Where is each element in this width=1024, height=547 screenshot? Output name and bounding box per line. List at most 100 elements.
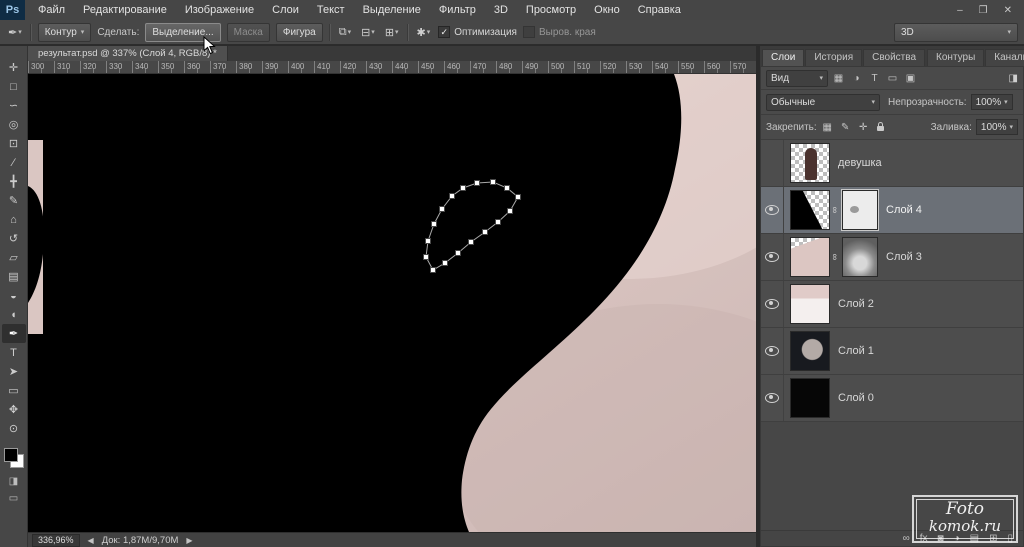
path-anchor-point[interactable] (449, 193, 455, 199)
menu-item-6[interactable]: Фильтр (430, 0, 485, 20)
layer-row[interactable]: Слой 0 (761, 375, 1023, 422)
layer-visibility-toggle[interactable] (761, 187, 784, 233)
hand-tool[interactable]: ✥ (2, 400, 26, 419)
healing-brush-tool[interactable]: ╋ (2, 172, 26, 191)
dodge-tool[interactable]: ◖ (2, 305, 26, 324)
path-alignment-button[interactable]: ⊟ ▾ (359, 26, 377, 39)
menu-item-10[interactable]: Справка (629, 0, 690, 20)
filter-pixel-layers-icon[interactable]: ▦ (832, 73, 845, 84)
path-selection-tool[interactable]: ➤ (2, 362, 26, 381)
status-scroll-left-icon[interactable]: ◀ (88, 536, 94, 545)
path-anchor-point[interactable] (425, 238, 431, 244)
menu-item-1[interactable]: Редактирование (74, 0, 176, 20)
layer-row[interactable]: Слой 2 (761, 281, 1023, 328)
fill-field[interactable]: 100% ▾ (975, 119, 1018, 135)
menu-item-0[interactable]: Файл (29, 0, 74, 20)
layer-mask-thumbnail[interactable] (841, 189, 879, 231)
layer-visibility-toggle[interactable] (761, 140, 784, 186)
screen-mode-button[interactable]: ▭ (9, 493, 18, 504)
path-operations-button[interactable]: ⧉ ▾ (337, 26, 353, 39)
layer-thumbnail[interactable] (790, 284, 830, 324)
move-tool[interactable]: ✛ (2, 58, 26, 77)
path-anchor-point[interactable] (474, 180, 480, 186)
path-arrange-button[interactable]: ⊞ ▾ (383, 26, 401, 39)
path-anchor-point[interactable] (460, 185, 466, 191)
link-layers-icon[interactable]: ∞ (903, 533, 910, 544)
path-anchor-point[interactable] (490, 179, 496, 185)
menu-item-4[interactable]: Текст (308, 0, 354, 20)
opacity-field[interactable]: 100% ▾ (970, 94, 1013, 110)
menu-item-9[interactable]: Окно (585, 0, 629, 20)
layer-row[interactable]: девушка (761, 140, 1023, 187)
path-anchor-point[interactable] (495, 219, 501, 225)
quick-selection-tool[interactable]: ◎ (2, 115, 26, 134)
panel-tab-2[interactable]: Свойства (863, 49, 926, 66)
lock-pixels-icon[interactable]: ✎ (839, 122, 852, 133)
workspace-switcher[interactable]: 3D ▾ (894, 22, 1018, 42)
layer-visibility-toggle[interactable] (761, 234, 784, 280)
menu-item-5[interactable]: Выделение (354, 0, 430, 20)
panel-tab-secondary-0[interactable]: Контуры (927, 49, 985, 66)
path-anchor-point[interactable] (515, 194, 521, 200)
path-anchor-point[interactable] (507, 208, 513, 214)
filter-adjustment-layers-icon[interactable]: ◑ (850, 73, 863, 84)
path-anchor-point[interactable] (504, 185, 510, 191)
rectangular-marquee-tool[interactable]: □ (2, 77, 26, 96)
lock-transparency-icon[interactable]: ▦ (821, 122, 834, 133)
path-anchor-point[interactable] (468, 239, 474, 245)
align-edges-checkbox-group[interactable]: Выров. края (522, 26, 596, 38)
tool-mode-select[interactable]: Контур ▾ (37, 22, 92, 42)
layer-visibility-toggle[interactable] (761, 375, 784, 421)
layer-thumbnail[interactable] (790, 331, 830, 371)
type-tool[interactable]: T (2, 343, 26, 362)
lock-all-icon[interactable] (875, 121, 887, 134)
panel-tab-secondary-1[interactable]: Каналы (985, 49, 1024, 66)
close-button[interactable]: ✕ (1004, 5, 1012, 16)
tool-preset-picker[interactable]: ✒ ▾ (6, 26, 24, 39)
gradient-tool[interactable]: ▤ (2, 267, 26, 286)
layer-filter-toggle[interactable]: ◨ (1009, 73, 1018, 84)
path-anchor-point[interactable] (431, 221, 437, 227)
canvas[interactable] (28, 74, 756, 532)
pen-tool[interactable]: ✒ (1, 324, 26, 343)
layer-row[interactable]: ∞ Слой 4 (761, 187, 1023, 234)
layer-visibility-toggle[interactable] (761, 328, 784, 374)
shape-tool[interactable]: ▭ (2, 381, 26, 400)
panel-tab-0[interactable]: Слои (762, 49, 805, 66)
menu-item-3[interactable]: Слои (263, 0, 308, 20)
layer-visibility-toggle[interactable] (761, 281, 784, 327)
eraser-tool[interactable]: ▱ (2, 248, 26, 267)
layer-filter-select[interactable]: Вид ▾ (766, 69, 828, 87)
restore-button[interactable]: ❐ (979, 5, 988, 16)
menu-item-2[interactable]: Изображение (176, 0, 263, 20)
align-edges-checkbox[interactable] (522, 26, 535, 38)
path-anchor-point[interactable] (423, 254, 429, 260)
layer-thumbnail[interactable] (790, 237, 830, 277)
path-anchor-point[interactable] (439, 206, 445, 212)
path-anchor-point[interactable] (455, 250, 461, 256)
status-flyout-arrow-icon[interactable]: ▶ (186, 536, 192, 545)
zoom-level-field[interactable]: 336,96% (32, 533, 80, 547)
layer-thumbnail[interactable] (790, 143, 830, 183)
optimization-checkbox-group[interactable]: ✓ Оптимизация (438, 26, 517, 38)
document-tab[interactable]: результат.psd @ 337% (Слой 4, RGB/8) * (28, 46, 228, 61)
path-options-gear-button[interactable]: ✱ ▾ (415, 26, 433, 39)
make-mask-button[interactable]: Маска (226, 22, 270, 42)
minimize-button[interactable]: – (957, 5, 963, 16)
layer-thumbnail[interactable] (790, 190, 830, 230)
layer-thumbnail[interactable] (790, 378, 830, 418)
path-anchor-point[interactable] (442, 260, 448, 266)
menu-item-8[interactable]: Просмотр (517, 0, 585, 20)
panel-tab-1[interactable]: История (805, 49, 863, 66)
blend-mode-select[interactable]: Обычные ▾ (766, 93, 880, 111)
filter-shape-layers-icon[interactable]: ▭ (886, 73, 899, 84)
blur-tool[interactable]: ◒ (2, 286, 26, 305)
canvas-image[interactable] (28, 74, 756, 532)
history-brush-tool[interactable]: ↺ (2, 229, 26, 248)
path-anchor-point[interactable] (430, 267, 436, 273)
optimization-checkbox[interactable]: ✓ (438, 26, 451, 38)
clone-stamp-tool[interactable]: ⌂ (2, 210, 26, 229)
layer-mask-thumbnail[interactable] (842, 237, 878, 277)
path-anchor-point[interactable] (482, 229, 488, 235)
quick-mask-button[interactable]: ◨ (9, 476, 18, 487)
